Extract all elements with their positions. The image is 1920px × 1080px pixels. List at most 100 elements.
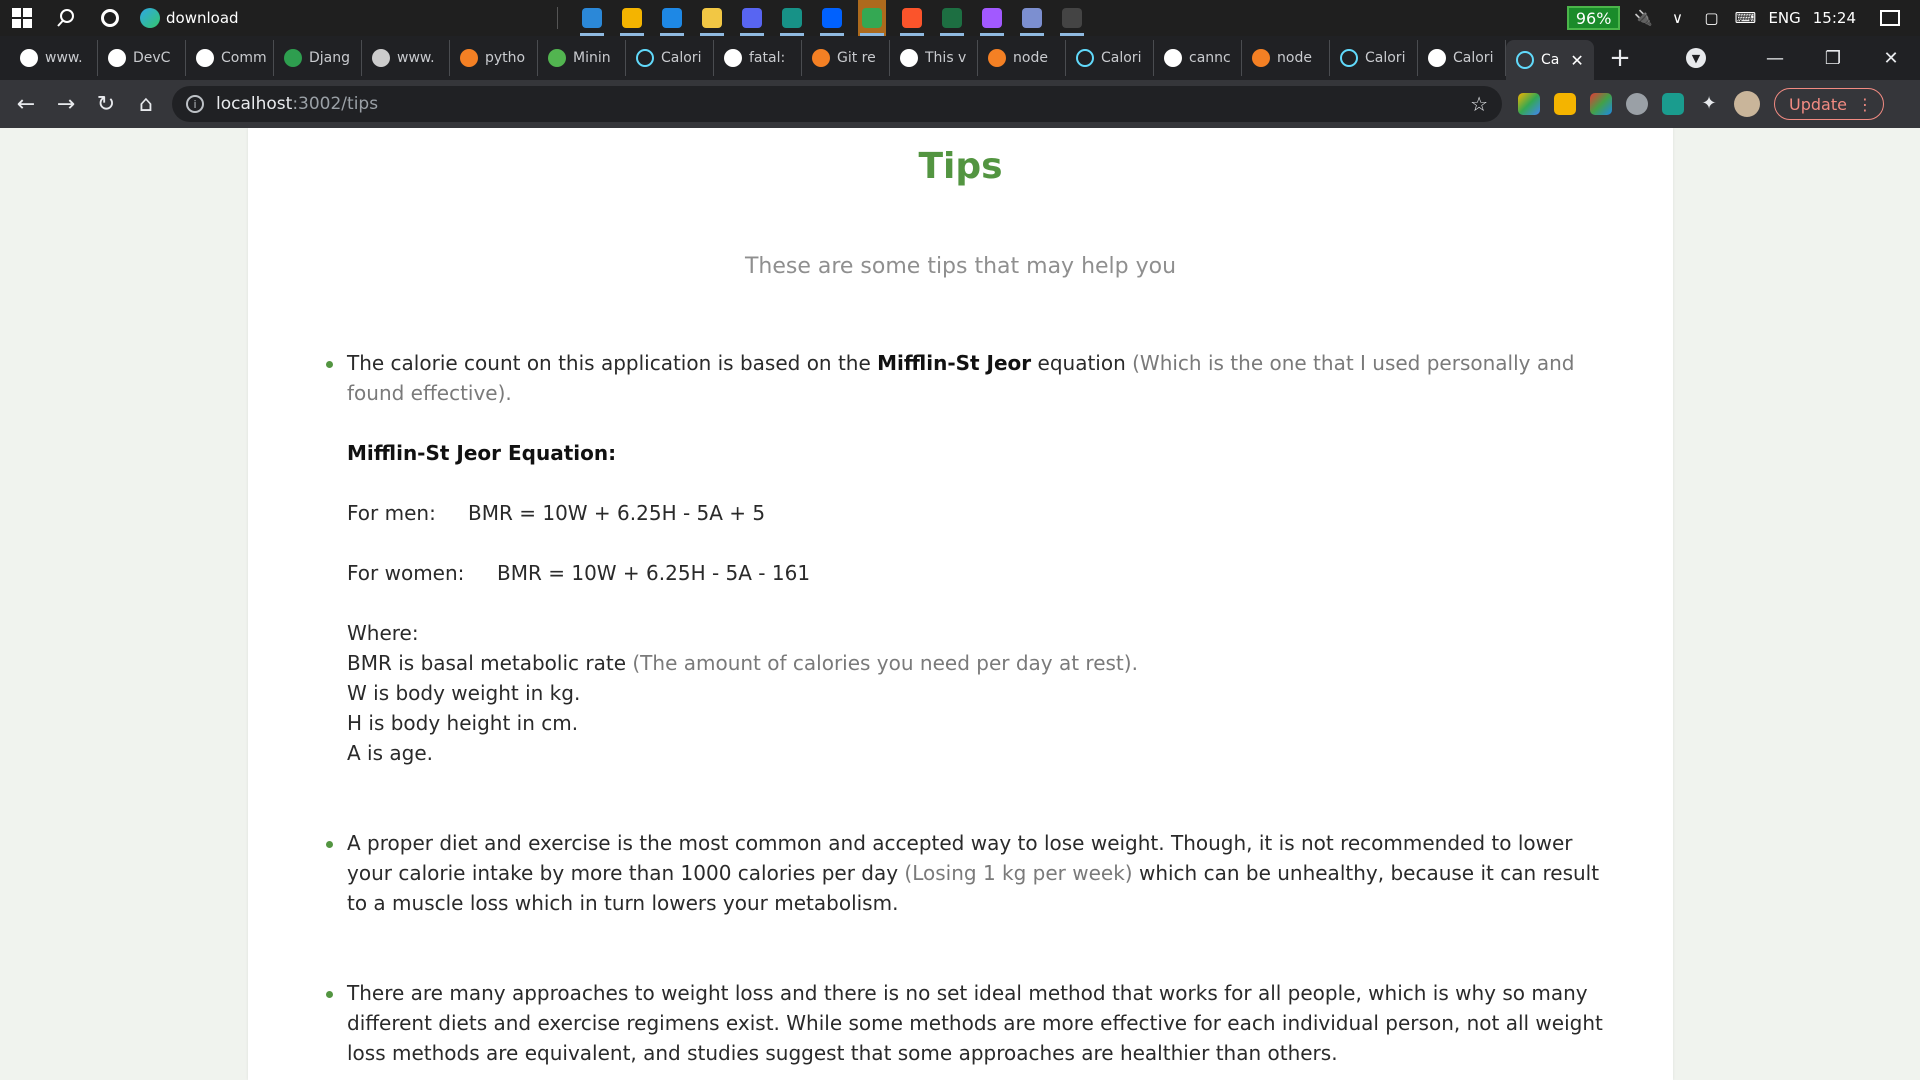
page-viewport: Tips These are some tips that may help y…	[0, 128, 1920, 1080]
equation-women-label: For women:	[347, 561, 465, 585]
bmr-definition: BMR is basal metabolic rate (The amount …	[347, 648, 1620, 678]
google-drive-extension-icon[interactable]	[1518, 93, 1540, 115]
browser-tab[interactable]: node	[978, 40, 1066, 76]
browser-tab[interactable]: This v	[890, 40, 978, 76]
browser-tab[interactable]: Calori	[1418, 40, 1506, 76]
tab-active[interactable]: Ca ✕	[1506, 40, 1594, 80]
browser-tab[interactable]: DevC	[98, 40, 186, 76]
search-icon[interactable]	[44, 0, 88, 36]
google-icon	[724, 49, 742, 67]
browser-tab[interactable]: Calori	[1066, 40, 1154, 76]
tip-item-diet: A proper diet and exercise is the most c…	[320, 828, 1620, 918]
tab-title: Comm	[221, 50, 267, 66]
taskbar-app-gitkraken[interactable]	[778, 0, 806, 36]
keyboard-icon[interactable]: ⌨	[1734, 9, 1757, 27]
browser-tab[interactable]: Git re	[802, 40, 890, 76]
restore-button[interactable]: ❐	[1804, 48, 1862, 69]
stackoverflow-icon	[1252, 49, 1270, 67]
forward-button[interactable]: →	[46, 84, 86, 124]
taskbar-pinned-apps	[578, 0, 1086, 36]
globe-icon	[372, 49, 390, 67]
browser-tab[interactable]: Calori	[1330, 40, 1418, 76]
tab-title: www.	[45, 50, 83, 66]
h-definition: H is body height in cm.	[347, 711, 579, 735]
w-definition: W is body weight in kg.	[347, 681, 581, 705]
gauge-extension-icon[interactable]	[1626, 93, 1648, 115]
start-button[interactable]	[0, 0, 44, 36]
calendar-extension-icon[interactable]	[1662, 93, 1684, 115]
tab-title: fatal:	[749, 50, 786, 66]
browser-tab[interactable]: Calori	[626, 40, 714, 76]
browser-tab[interactable]: Minin	[538, 40, 626, 76]
browser-tab[interactable]: www.	[362, 40, 450, 76]
edge-icon	[140, 8, 160, 28]
react-icon	[1340, 49, 1358, 67]
taskbar-app-excel[interactable]	[938, 0, 966, 36]
excel-icon	[941, 8, 962, 28]
cortana-icon[interactable]	[88, 0, 132, 36]
puzzle-extensions-icon[interactable]: ✦	[1698, 93, 1720, 115]
tab-title: Ca	[1541, 52, 1560, 68]
taskbar-app-git[interactable]	[1018, 0, 1046, 36]
taskbar-app-vscode[interactable]	[658, 0, 686, 36]
power-plug-icon[interactable]: 🔌	[1632, 9, 1654, 27]
minimize-button[interactable]: —	[1746, 48, 1804, 69]
tab-search-icon[interactable]: ▼	[1686, 48, 1706, 68]
taskbar-app-google-drive[interactable]	[857, 0, 886, 36]
tab-title: Calori	[661, 50, 702, 66]
google-icon	[1164, 49, 1182, 67]
a-definition: A is age.	[347, 741, 433, 765]
colorful-extension-icon[interactable]	[1590, 93, 1612, 115]
stackoverflow-icon	[988, 49, 1006, 67]
taskbar-download-app[interactable]: download	[140, 8, 239, 28]
google-drive-icon	[861, 8, 882, 28]
tab-title: www.	[397, 50, 435, 66]
browser-tab[interactable]: Djang	[274, 40, 362, 76]
reload-button[interactable]: ↻	[86, 84, 126, 124]
url-path: :3002/tips	[292, 94, 379, 114]
battery-indicator[interactable]: 96%	[1566, 6, 1621, 30]
tab-title: pytho	[485, 50, 526, 66]
keep-extension-icon[interactable]	[1554, 93, 1576, 115]
profile-avatar[interactable]	[1734, 91, 1760, 117]
clock[interactable]: 15:24	[1813, 9, 1856, 27]
tips-list: The calorie count on this application is…	[320, 348, 1620, 1080]
browser-toolbar: ← → ↻ ⌂ i localhost:3002/tips ☆ ✦ Update…	[0, 80, 1920, 128]
close-window-button[interactable]: ✕	[1862, 48, 1920, 69]
equation-men-label: For men:	[347, 501, 436, 525]
display-icon[interactable]: ▢	[1700, 9, 1722, 27]
taskbar-app-discord[interactable]	[738, 0, 766, 36]
tab-title: Git re	[837, 50, 876, 66]
language-indicator[interactable]: ENG	[1768, 9, 1800, 27]
taskbar-app-dropbox[interactable]	[818, 0, 846, 36]
more-menu-icon[interactable]: ⋮	[1857, 95, 1873, 114]
browser-tab[interactable]: cannc	[1154, 40, 1242, 76]
update-button[interactable]: Update ⋮	[1774, 88, 1884, 120]
close-icon[interactable]: ✕	[1570, 51, 1583, 70]
new-tab-button[interactable]: +	[1600, 40, 1640, 76]
back-button[interactable]: ←	[6, 84, 46, 124]
taskbar-app-terminal[interactable]	[1058, 0, 1086, 36]
chevron-up-icon[interactable]: ∨	[1666, 9, 1688, 27]
tab-title: DevC	[133, 50, 171, 66]
taskbar-app-mail[interactable]	[578, 0, 606, 36]
browser-tab[interactable]: fatal:	[714, 40, 802, 76]
browser-tab[interactable]: www.	[10, 40, 98, 76]
bookmark-star-icon[interactable]: ☆	[1470, 92, 1488, 116]
browser-tab[interactable]: pytho	[450, 40, 538, 76]
windows-logo-icon	[12, 8, 32, 28]
taskbar-app-file-explorer[interactable]	[698, 0, 726, 36]
regex-icon	[548, 49, 566, 67]
browser-tab[interactable]: node	[1242, 40, 1330, 76]
home-button[interactable]: ⌂	[126, 84, 166, 124]
site-info-icon[interactable]: i	[186, 95, 204, 113]
browser-tab[interactable]: Comm	[186, 40, 274, 76]
taskbar-app-figma[interactable]	[978, 0, 1006, 36]
terminal-icon	[1061, 8, 1082, 28]
address-bar[interactable]: i localhost:3002/tips ☆	[172, 86, 1502, 122]
equation-women-formula: BMR = 10W + 6.25H - 5A - 161	[497, 561, 811, 585]
git-icon	[1021, 8, 1042, 28]
taskbar-app-brave[interactable]	[898, 0, 926, 36]
taskbar-app-chrome[interactable]	[618, 0, 646, 36]
notification-icon[interactable]	[1880, 10, 1900, 26]
